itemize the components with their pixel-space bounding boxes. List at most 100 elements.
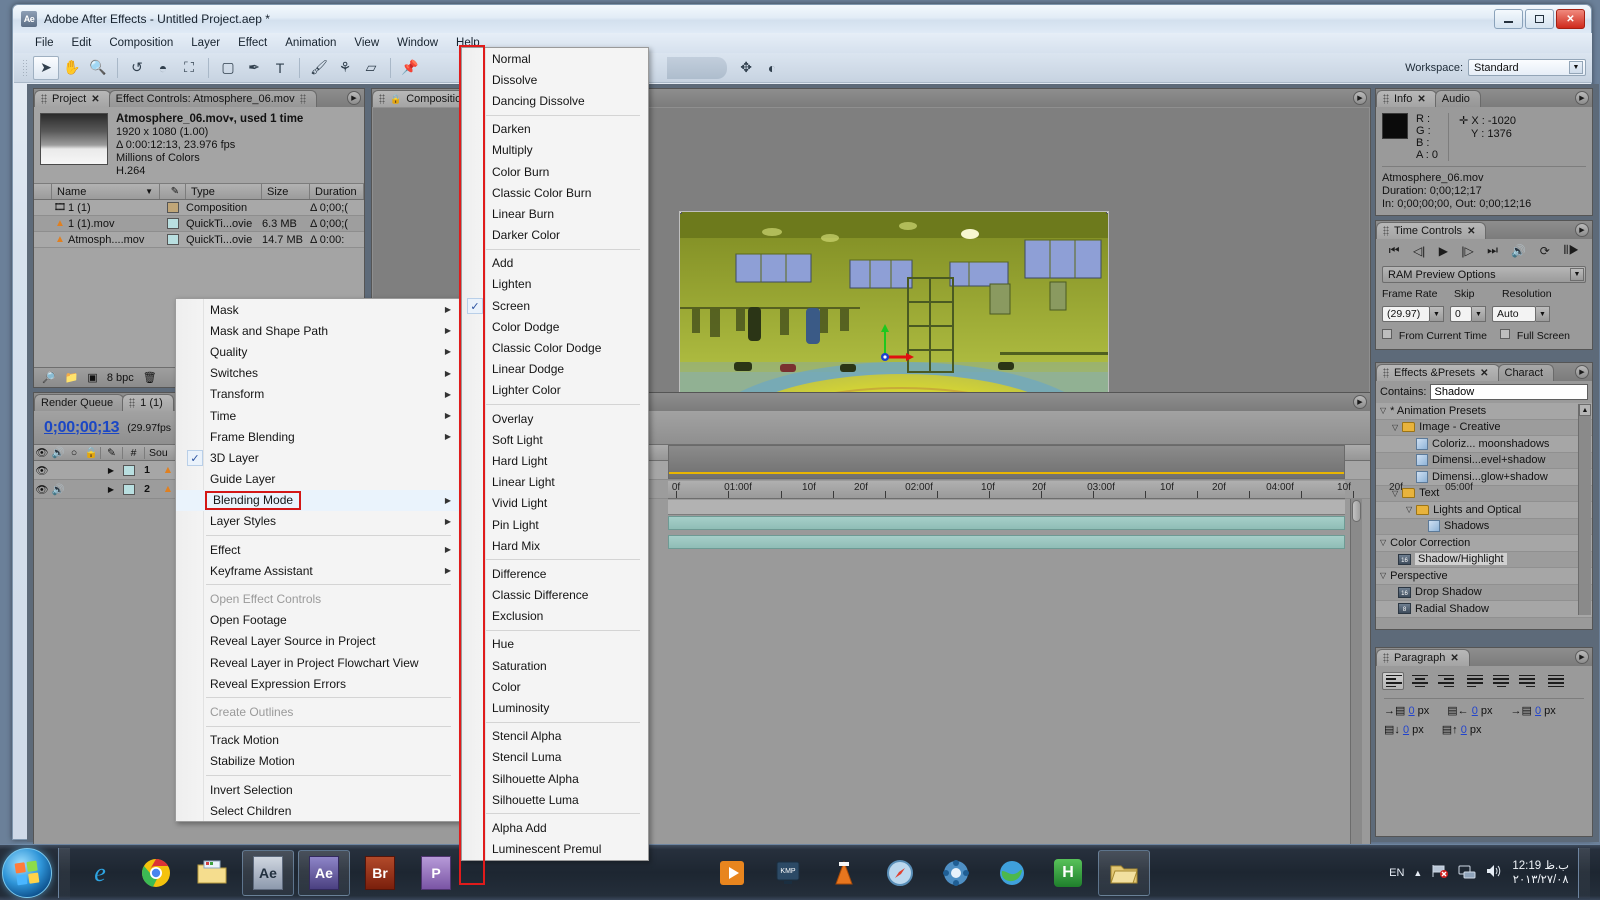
- taskbar-google-chrome[interactable]: [130, 850, 182, 896]
- zoom-tool-icon[interactable]: 🔍: [85, 56, 111, 80]
- blend-exclusion[interactable]: Exclusion: [462, 606, 648, 627]
- menu-item-reveal-layer-in-project-flowchart-view[interactable]: Reveal Layer in Project Flowchart View: [176, 652, 459, 673]
- table-row[interactable]: ▲ 1 (1).mov QuickTi...ovie 6.3 MB Δ 0;00…: [34, 216, 364, 232]
- blend-stencil-alpha[interactable]: Stencil Alpha: [462, 726, 648, 747]
- tree-item-radial-shadow[interactable]: 8 Radial Shadow: [1376, 601, 1592, 618]
- tree-item-dimension-bevel-shadow[interactable]: Dimensi...evel+shadow: [1376, 452, 1592, 469]
- blend-screen[interactable]: ✓ Screen: [462, 295, 648, 316]
- taskbar-folder-app[interactable]: [1098, 849, 1150, 896]
- taskbar-safari[interactable]: [874, 850, 926, 896]
- close-button[interactable]: ✕: [1556, 9, 1585, 29]
- toggle-transparency-icon[interactable]: ◐: [759, 56, 785, 80]
- menu-item-open-footage[interactable]: Open Footage: [176, 610, 459, 631]
- show-desktop-button[interactable]: [1578, 847, 1590, 898]
- blend-hard-light[interactable]: Hard Light: [462, 450, 648, 471]
- clone-stamp-tool-icon[interactable]: ⚘: [332, 56, 358, 80]
- menu-view[interactable]: View: [345, 36, 388, 50]
- full-screen-checkbox[interactable]: Full Screen: [1500, 329, 1570, 342]
- column-type[interactable]: Type: [186, 184, 262, 199]
- blend-luminosity[interactable]: Luminosity: [462, 697, 648, 718]
- taskbar-windows-explorer[interactable]: [186, 850, 238, 896]
- table-row[interactable]: ▲ Atmosph....mov QuickTi...ovie 14.7 MB …: [34, 232, 364, 248]
- layer-bar-2[interactable]: [668, 535, 1345, 549]
- workspace-select[interactable]: Standard ▼: [1468, 59, 1586, 76]
- taskbar-photoshop[interactable]: P: [410, 850, 462, 896]
- justify-last-right-icon[interactable]: [1517, 672, 1539, 690]
- column-name[interactable]: Name ▼: [52, 184, 160, 199]
- rotate-tool-icon[interactable]: ↺: [124, 56, 150, 80]
- show-hidden-icons-icon[interactable]: ▲: [1413, 868, 1422, 878]
- paragraph-panel-menu-button[interactable]: ▶: [1575, 650, 1589, 664]
- menu-file[interactable]: File: [26, 36, 63, 50]
- taskbar-media-player[interactable]: [706, 850, 758, 896]
- tree-item-color-correction[interactable]: ▽ Color Correction: [1376, 535, 1592, 552]
- effects-search-input[interactable]: [1430, 384, 1588, 400]
- blend-silhouette-luma[interactable]: Silhouette Luma: [462, 789, 648, 810]
- justify-last-left-icon[interactable]: [1463, 672, 1485, 690]
- time-ruler[interactable]: 0f 01:00f 10f 20f 02:00f 10f 20f 03:00f …: [668, 481, 1473, 499]
- lock-icon[interactable]: 🔒: [82, 446, 100, 459]
- align-right-icon[interactable]: [1436, 672, 1458, 690]
- eraser-tool-icon[interactable]: ▱: [358, 56, 384, 80]
- align-center-icon[interactable]: [1409, 672, 1431, 690]
- menu-item-blending-mode[interactable]: Blending Mode ▶: [176, 489, 459, 511]
- selection-handle-tl[interactable]: [680, 212, 682, 214]
- tree-item-dimension-glow-shadow[interactable]: Dimensi...glow+shadow: [1376, 469, 1592, 486]
- selection-tool-icon[interactable]: ➤: [33, 55, 59, 80]
- taskbar-vlc[interactable]: [818, 850, 870, 896]
- justify-last-center-icon[interactable]: [1490, 672, 1512, 690]
- indent-first-line-field[interactable]: →▤ 0 px: [1511, 704, 1556, 717]
- menu-edit[interactable]: Edit: [63, 36, 101, 50]
- blend-alpha-add[interactable]: Alpha Add: [462, 817, 648, 838]
- menu-item-invert-selection[interactable]: Invert Selection: [176, 779, 459, 800]
- menu-item-reveal-expression-errors[interactable]: Reveal Expression Errors: [176, 673, 459, 694]
- blend-difference[interactable]: Difference: [462, 563, 648, 584]
- visibility-toggle[interactable]: 👁: [34, 464, 50, 477]
- tab-time-controls[interactable]: Time Controls ✕: [1376, 222, 1487, 239]
- blend-overlay[interactable]: Overlay: [462, 408, 648, 429]
- current-time-display[interactable]: 0;00;00;13: [44, 419, 120, 437]
- lock-icon[interactable]: 🔒: [390, 94, 401, 105]
- info-panel-menu-button[interactable]: ▶: [1575, 91, 1589, 105]
- twirl-icon[interactable]: ▽: [1392, 423, 1398, 432]
- visibility-toggle[interactable]: 👁: [34, 483, 50, 496]
- tab-project[interactable]: Project ✕: [34, 90, 111, 107]
- tree-item-colorize-moonshadows[interactable]: Coloriz... moonshadows: [1376, 436, 1592, 453]
- move-anchor-icon[interactable]: ✥: [733, 56, 759, 80]
- blend-pin-light[interactable]: Pin Light: [462, 514, 648, 535]
- label-swatch[interactable]: [123, 464, 135, 476]
- pan-behind-tool-icon[interactable]: ⛶: [176, 56, 202, 80]
- label-swatch[interactable]: [167, 234, 179, 245]
- menu-layer[interactable]: Layer: [182, 36, 229, 50]
- blend-hue[interactable]: Hue: [462, 634, 648, 655]
- next-frame-icon[interactable]: |▷: [1461, 244, 1473, 258]
- menu-item-stabilize-motion[interactable]: Stabilize Motion: [176, 751, 459, 772]
- blend-darken[interactable]: Darken: [462, 119, 648, 140]
- network-icon[interactable]: [1458, 863, 1476, 882]
- menu-item-mask[interactable]: Mask ▶: [176, 299, 459, 320]
- blend-lighten[interactable]: Lighten: [462, 274, 648, 295]
- shape-tool-icon[interactable]: ▢: [215, 56, 241, 80]
- effects-scrollbar[interactable]: ▲: [1578, 404, 1591, 615]
- ram-preview-icon[interactable]: ⦀▶: [1563, 243, 1579, 258]
- solo-icon[interactable]: ○: [66, 447, 82, 459]
- menu-item-keyframe-assistant[interactable]: Keyframe Assistant ▶: [176, 560, 459, 581]
- type-tool-icon[interactable]: T: [267, 56, 293, 80]
- blend-luminescent-premul[interactable]: Luminescent Premul: [462, 839, 648, 860]
- blend-color[interactable]: Color: [462, 676, 648, 697]
- label-swatch[interactable]: [123, 483, 135, 495]
- layer-bar-1[interactable]: [668, 516, 1345, 530]
- close-icon[interactable]: ✕: [1480, 368, 1488, 379]
- blend-color-burn[interactable]: Color Burn: [462, 161, 648, 182]
- menu-window[interactable]: Window: [388, 36, 447, 50]
- column-duration[interactable]: Duration: [310, 184, 364, 199]
- menu-item-layer-styles[interactable]: Layer Styles ▶: [176, 511, 459, 532]
- timeline-work-area[interactable]: [668, 445, 1345, 479]
- tree-item-text[interactable]: ▽ Text: [1376, 485, 1592, 502]
- taskbar-earth-app[interactable]: [986, 850, 1038, 896]
- selection-handle-tr[interactable]: [1106, 212, 1108, 214]
- taskbar-internet-explorer[interactable]: e: [74, 850, 126, 896]
- justify-all-icon[interactable]: [1544, 672, 1566, 690]
- tree-item-animation-presets[interactable]: ▽ * Animation Presets: [1376, 403, 1592, 420]
- timeline-vertical-scrollbar[interactable]: [1350, 499, 1362, 891]
